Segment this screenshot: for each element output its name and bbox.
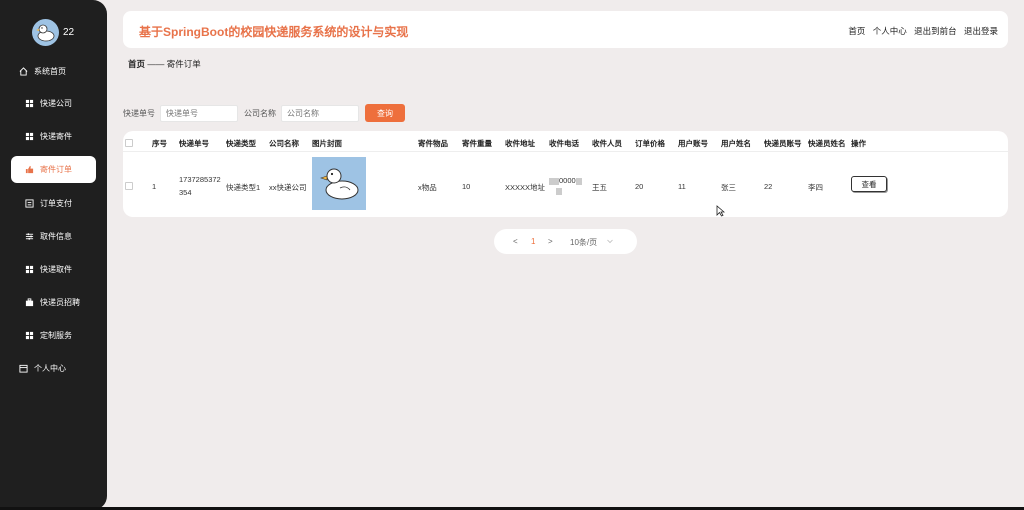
sidebar-item-label: 系统首页 [34,67,66,76]
pagination: < 1 > 10条/页 [494,229,637,254]
phone-visible-part: 0000 [559,176,576,185]
mouse-cursor-icon [716,205,725,217]
sidebar-item-personal-center[interactable]: 个人中心 [19,355,104,382]
cell-user-name: 张三 [721,183,736,192]
list-icon [25,199,34,208]
top-link-exit-frontend[interactable]: 退出到前台 [914,26,957,36]
column-header: 收件地址 [505,139,535,148]
sidebar-item-home[interactable]: 系统首页 [19,58,104,85]
sidebar-item-label: 快递取件 [40,265,72,274]
page-number-current[interactable]: 1 [531,237,535,246]
duck-icon [320,168,359,200]
grid-icon [25,331,34,340]
top-nav-links: 首页 个人中心 退出到前台 退出登录 [843,25,998,37]
top-header: 基于SpringBoot的校园快递服务系统的设计与实现 首页 个人中心 退出到前… [123,11,1008,48]
column-header: 快递员姓名 [808,139,846,148]
row-checkbox[interactable] [125,182,133,190]
cell-tracking-number-cont: 354 [179,188,192,197]
sidebar-item-label: 快递公司 [40,99,72,108]
breadcrumb: 首页 —— 寄件订单 [128,58,201,70]
column-header: 快递员账号 [764,139,802,148]
sidebar-item-label: 个人中心 [34,364,66,373]
cell-phone: 0000 [549,176,582,185]
sidebar-item-pickup[interactable]: 快递取件 [11,256,96,283]
site-title: 基于SpringBoot的校园快递服务系统的设计与实现 [139,25,409,39]
next-page-button[interactable]: > [548,237,553,246]
sidebar-item-label: 快递寄件 [40,132,72,141]
column-header: 订单价格 [635,139,665,148]
cell-type: 快递类型1 [226,183,261,192]
cell-tracking-number: 1737285372 [179,175,221,184]
sidebar-item-send-orders[interactable]: 寄件订单 [11,156,96,183]
company-name-input[interactable] [281,104,359,122]
avatar[interactable] [32,19,59,46]
sidebar-item-courier-recruit[interactable]: 快递员招聘 [11,289,96,316]
cell-receiver: 王五 [592,183,607,192]
column-header: 寄件重量 [462,139,492,148]
column-header: 收件电话 [549,139,579,148]
search-bar: 快递单号 公司名称 查询 [123,104,405,122]
sidebar-item-order-payment[interactable]: 订单支付 [11,190,96,217]
cell-index: 1 [152,182,157,191]
select-all-checkbox[interactable] [125,139,133,147]
sidebar: 22 系统首页 快递公司 快递寄件 寄件订单 订单支付 取件信息 快递取件 快递… [0,0,107,510]
top-link-personal-center[interactable]: 个人中心 [873,26,907,36]
grid-icon [25,99,34,108]
home-icon [19,67,28,76]
sidebar-item-label: 快递员招聘 [40,298,80,307]
chevron-down-icon [607,239,613,244]
sidebar-item-send-package[interactable]: 快递寄件 [11,123,96,150]
column-header: 公司名称 [269,139,299,148]
prev-page-button[interactable]: < [513,237,518,246]
sidebar-item-pickup-info[interactable]: 取件信息 [11,223,96,250]
search-button[interactable]: 查询 [365,104,405,122]
blur-mask [549,177,559,185]
thumb-icon [25,165,34,174]
column-header: 图片封面 [312,139,342,148]
sidebar-item-custom-service[interactable]: 定制服务 [11,322,96,349]
sidebar-item-label: 订单支付 [40,199,72,208]
grid-icon [25,132,34,141]
header-divider [123,151,1008,152]
cell-item: x物品 [418,183,437,192]
column-header: 操作 [851,139,866,148]
cover-image [312,157,366,210]
breadcrumb-separator: —— [147,59,165,69]
top-link-logout[interactable]: 退出登录 [964,26,998,36]
column-header: 收件人员 [592,139,622,148]
tracking-number-input[interactable] [160,104,238,122]
cell-courier-account: 22 [764,182,773,191]
sidebar-item-courier-company[interactable]: 快递公司 [11,90,96,117]
cell-courier-name: 李四 [808,183,823,192]
column-header: 快递类型 [226,139,256,148]
tracking-number-label: 快递单号 [123,108,155,118]
top-link-home[interactable]: 首页 [848,26,865,36]
user-name: 22 [63,27,75,38]
column-header: 用户账号 [678,139,708,148]
duck-icon [36,24,55,42]
breadcrumb-home[interactable]: 首页 [128,59,145,69]
cell-user-account: 11 [678,182,686,191]
page-size-select[interactable]: 10条/页 [570,237,597,248]
column-header: 序号 [152,139,167,148]
cell-company: xx快递公司 [269,183,307,192]
sidebar-item-label: 取件信息 [40,232,72,241]
breadcrumb-current: 寄件订单 [166,59,201,69]
view-button[interactable]: 查看 [851,176,887,192]
blur-mask [575,177,582,185]
sliders-icon [25,233,34,240]
grid-icon [25,265,34,274]
blur-mask [556,188,562,195]
cell-address: XXXXX地址 [505,183,546,192]
sidebar-item-label: 定制服务 [40,331,72,340]
cell-weight: 10 [462,182,471,191]
sidebar-item-label: 寄件订单 [40,165,72,174]
column-header: 寄件物品 [418,139,448,148]
column-header: 快递单号 [179,139,209,148]
column-header: 用户姓名 [721,139,751,148]
briefcase-icon [25,298,34,307]
cell-price: 20 [635,182,644,191]
calendar-icon [19,364,28,373]
company-name-label: 公司名称 [244,108,276,118]
